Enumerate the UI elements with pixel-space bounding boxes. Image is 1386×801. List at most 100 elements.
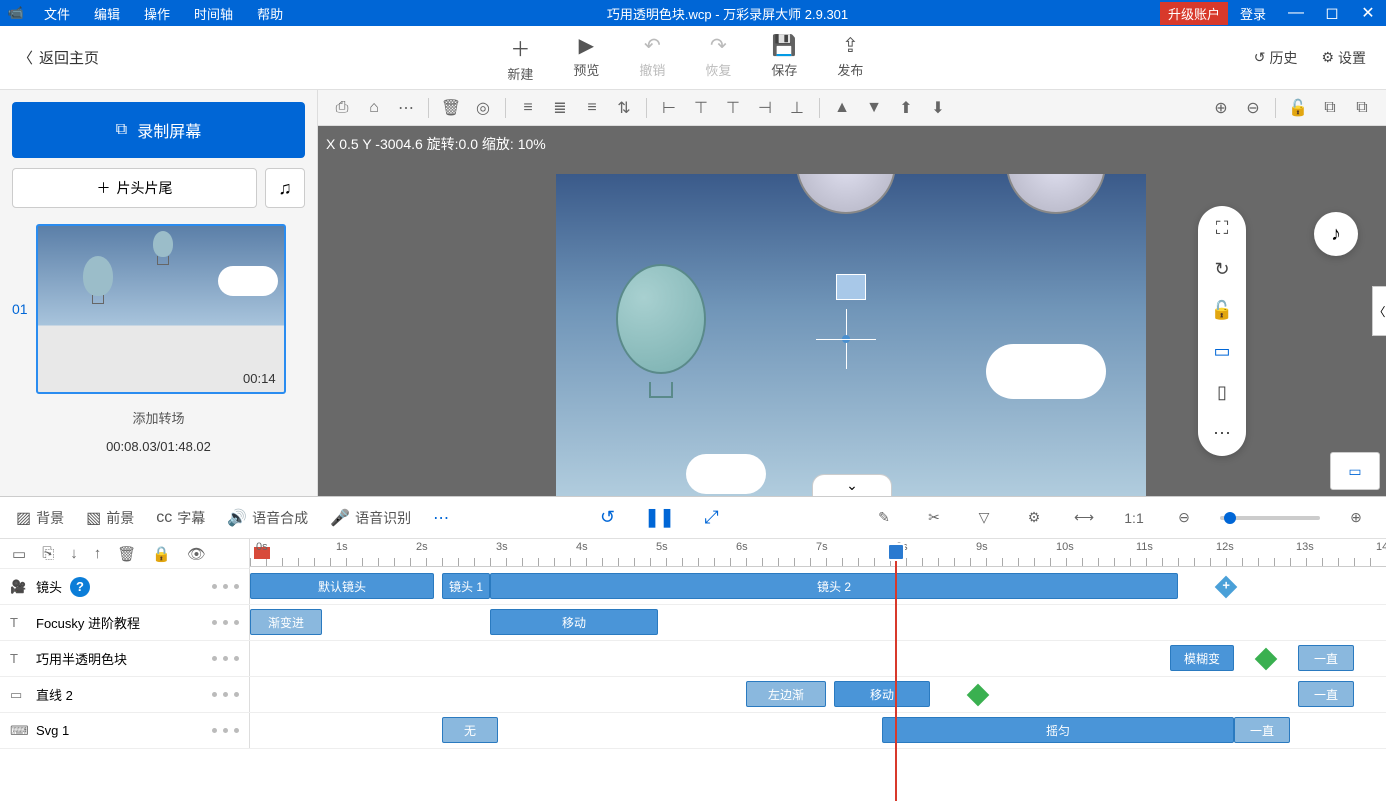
align-center-icon[interactable]: ≣ [546, 94, 574, 122]
settings-button[interactable]: ⚙设置 [1321, 48, 1366, 68]
track-head[interactable]: 🎥镜头? [0, 569, 250, 604]
track-head[interactable]: T巧用半透明色块 [0, 641, 250, 676]
add-folder-icon[interactable]: ⎘ [42, 545, 54, 562]
zoom-out-timeline-icon[interactable]: ⊖ [1170, 504, 1198, 532]
tab-background[interactable]: ▨背景 [16, 508, 64, 528]
add-keyframe-icon[interactable] [1215, 576, 1238, 599]
timeline-clip[interactable]: 模糊变 [1170, 645, 1234, 671]
desktop-view-icon[interactable]: ▭ [1213, 341, 1230, 362]
timeline-clip[interactable]: 移动 [834, 681, 930, 707]
preview-button[interactable]: ▶预览 [573, 33, 599, 83]
selected-object[interactable] [836, 274, 866, 300]
timeline-clip[interactable]: 无 [442, 717, 498, 743]
track-body[interactable]: 左边渐移动一直 [250, 677, 1386, 712]
delete-track-icon[interactable]: 🗑 [117, 545, 136, 563]
track-body[interactable]: 默认镜头镜头 1镜头 2 [250, 569, 1386, 604]
layer-down-icon[interactable]: ▼ [860, 94, 888, 122]
focus-icon[interactable]: ◎ [469, 94, 497, 122]
menu-help[interactable]: 帮助 [245, 4, 295, 23]
titles-button[interactable]: ＋片头片尾 [12, 168, 257, 208]
timeline-clip[interactable]: 移动 [490, 609, 658, 635]
track-options-icon[interactable] [212, 656, 239, 661]
camera-tool-icon[interactable]: ⎙ [328, 94, 356, 122]
undo-button[interactable]: ↶撤销 [639, 33, 665, 83]
sort-icon[interactable]: ⇅ [610, 94, 638, 122]
paste-icon[interactable]: ⧉ [1348, 94, 1376, 122]
minimap[interactable]: ▭ [1330, 452, 1380, 490]
close-button[interactable]: ✕ [1350, 3, 1386, 23]
new-button[interactable]: ＋新建 [507, 33, 533, 83]
publish-button[interactable]: ⇪发布 [837, 33, 863, 83]
menu-timeline[interactable]: 时间轴 [182, 4, 245, 23]
expand-right-icon[interactable]: 〈 [1372, 286, 1386, 336]
timeline-clip[interactable]: 一直 [1234, 717, 1290, 743]
history-button[interactable]: ↺历史 [1254, 48, 1298, 68]
track-body[interactable]: 模糊变 一直 [250, 641, 1386, 676]
timeline-clip[interactable]: 一直 [1298, 645, 1354, 671]
timeline-clip[interactable]: 镜头 1 [442, 573, 490, 599]
distribute-v-icon[interactable]: ⊤ [687, 94, 715, 122]
track-body[interactable]: 渐变进 移动 [250, 605, 1386, 640]
timeline-clip[interactable]: 一直 [1298, 681, 1354, 707]
move-down-icon[interactable]: ↓ [70, 545, 78, 562]
home-icon[interactable]: ⌂ [360, 94, 388, 122]
playhead[interactable] [887, 543, 905, 561]
track-body[interactable]: 无 摇匀一直 [250, 713, 1386, 748]
lock-track-icon[interactable]: 🔒 [152, 545, 171, 563]
track-head[interactable]: ▭直线 2 [0, 677, 250, 712]
mobile-view-icon[interactable]: ▯ [1217, 382, 1227, 403]
distribute-h-icon[interactable]: ⊢ [655, 94, 683, 122]
align-right-icon[interactable]: ≡ [578, 94, 606, 122]
scene-thumbnail[interactable]: 00:14 [36, 224, 286, 394]
add-transition-label[interactable]: 添加转场 [12, 408, 305, 427]
fit-width-icon[interactable]: ⟷ [1070, 504, 1098, 532]
align-top-icon[interactable]: ⊤ [719, 94, 747, 122]
tab-tts[interactable]: 🔊语音合成 [227, 508, 308, 528]
align-left-icon[interactable]: ≡ [514, 94, 542, 122]
layer-front-icon[interactable]: ⬆ [892, 94, 920, 122]
keyframe-icon[interactable] [1255, 648, 1278, 671]
unlock-icon[interactable]: 🔓 [1211, 300, 1233, 321]
timeline-clip[interactable]: 镜头 2 [490, 573, 1178, 599]
actual-size-icon[interactable]: 1:1 [1120, 504, 1148, 532]
canvas[interactable] [556, 174, 1146, 496]
more-dots-icon[interactable]: ⋯ [1213, 423, 1231, 444]
delete-icon[interactable]: 🗑 [437, 94, 465, 122]
filter-icon[interactable]: ▽ [970, 504, 998, 532]
fullscreen-icon[interactable]: ⛶ [1216, 218, 1229, 239]
menu-file[interactable]: 文件 [32, 4, 82, 23]
collapse-canvas-icon[interactable]: ⌄ [812, 474, 892, 496]
zoom-slider[interactable] [1220, 516, 1320, 520]
track-options-icon[interactable] [212, 728, 239, 733]
timeline-clip[interactable]: 渐变进 [250, 609, 322, 635]
track-options-icon[interactable] [212, 620, 239, 625]
float-music-button[interactable]: ♪ [1314, 212, 1358, 256]
more-icon[interactable]: ⋯ [392, 94, 420, 122]
align-middle-icon[interactable]: ⊣ [751, 94, 779, 122]
rewind-button[interactable]: ↺ [593, 503, 623, 533]
upgrade-button[interactable]: 升级账户 [1160, 2, 1228, 25]
timeline-ruler[interactable]: 0s1s2s3s4s5s6s7s8s9s10s11s12s13s14s [250, 539, 1386, 567]
tab-foreground[interactable]: ▧前景 [86, 508, 134, 528]
back-home-button[interactable]: 〈 返回主页 [0, 47, 117, 68]
tab-more[interactable]: ⋯ [433, 508, 449, 528]
lock-icon[interactable]: 🔓 [1284, 94, 1312, 122]
visibility-icon[interactable]: 👁 [187, 545, 206, 563]
edit-icon[interactable]: ✎ [870, 504, 898, 532]
scissors-icon[interactable]: ✂ [920, 504, 948, 532]
pause-button[interactable]: ❚❚ [645, 503, 675, 533]
track-options-icon[interactable] [212, 584, 239, 589]
menu-edit[interactable]: 编辑 [82, 4, 132, 23]
expand-button[interactable]: ⤢ [697, 503, 727, 533]
move-up-icon[interactable]: ↑ [94, 545, 102, 562]
timeline-clip[interactable]: 摇匀 [882, 717, 1234, 743]
sliders-icon[interactable]: ⚙ [1020, 504, 1048, 532]
copy-icon[interactable]: ⧉ [1316, 94, 1344, 122]
tab-subtitle[interactable]: cc字幕 [156, 508, 205, 528]
track-head[interactable]: ⌨Svg 1 [0, 713, 250, 748]
zoom-in-timeline-icon[interactable]: ⊕ [1342, 504, 1370, 532]
maximize-button[interactable]: ◻ [1314, 3, 1350, 23]
zoom-in-icon[interactable]: ⊕ [1207, 94, 1235, 122]
save-button[interactable]: 💾保存 [771, 33, 797, 83]
login-button[interactable]: 登录 [1228, 4, 1278, 23]
